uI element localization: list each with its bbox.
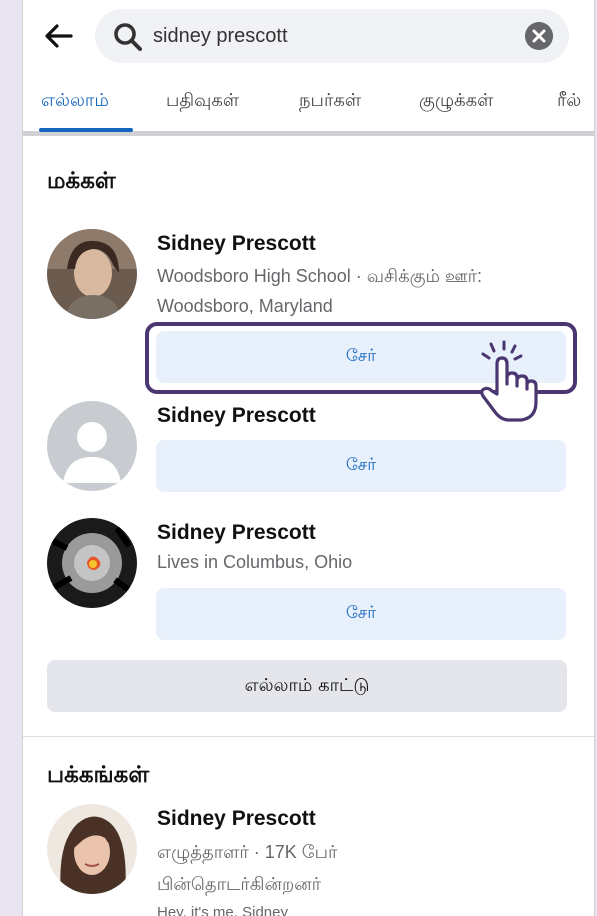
result-details: Woodsboro High School · வசிக்கும் ஊர்: xyxy=(157,266,483,286)
section-divider xyxy=(23,736,594,737)
search-bar[interactable] xyxy=(95,9,569,63)
profile-photo xyxy=(47,229,137,319)
tab-groups[interactable]: குழுக்கள் xyxy=(419,90,493,113)
search-icon xyxy=(114,23,142,51)
add-friend-button[interactable]: சேர் xyxy=(156,440,566,492)
back-arrow-icon[interactable] xyxy=(41,18,77,54)
result-name[interactable]: Sidney Prescott xyxy=(157,232,316,256)
result-name[interactable]: Sidney Prescott xyxy=(157,404,316,428)
result-location: Woodsboro, Maryland xyxy=(157,296,333,316)
tap-hand-icon xyxy=(480,340,538,422)
profile-photo xyxy=(47,518,137,608)
clear-search-icon[interactable] xyxy=(525,22,553,50)
see-all-button[interactable]: எல்லாம் காட்டு xyxy=(47,660,567,712)
avatar[interactable] xyxy=(47,229,137,319)
default-avatar-icon xyxy=(47,401,137,491)
pages-section-title: பக்கங்கள் xyxy=(47,762,150,788)
tab-people[interactable]: நபர்கள் xyxy=(299,90,361,113)
active-tab-indicator xyxy=(39,128,133,132)
result-name[interactable]: Sidney Prescott xyxy=(157,521,316,545)
page-followers: பின்தொடர்கின்றனர் xyxy=(157,874,322,894)
filter-tabs: எல்லாம் பதிவுகள் நபர்கள் குழுக்கள் ரீல் xyxy=(23,76,594,136)
page-photo xyxy=(47,804,137,894)
add-friend-button[interactable]: சேர் xyxy=(156,588,566,640)
tab-reels[interactable]: ரீல் xyxy=(557,90,581,113)
result-location: Lives in Columbus, Ohio xyxy=(157,552,353,572)
search-input[interactable] xyxy=(153,19,503,53)
avatar[interactable] xyxy=(47,401,137,491)
facebook-search-screen: எல்லாம் பதிவுகள் நபர்கள் குழுக்கள் ரீல் … xyxy=(22,0,595,916)
tab-all[interactable]: எல்லாம் xyxy=(41,90,109,113)
tab-posts[interactable]: பதிவுகள் xyxy=(166,90,239,113)
page-description: Hey, it's me, Sidney xyxy=(157,904,288,916)
result-name[interactable]: Sidney Prescott xyxy=(157,807,316,831)
avatar[interactable] xyxy=(47,804,137,894)
page-category: எழுத்தாளர் · 17K பேர் xyxy=(157,842,338,862)
people-section-title: மக்கள் xyxy=(47,168,116,194)
search-header xyxy=(23,0,594,76)
avatar[interactable] xyxy=(47,518,137,608)
